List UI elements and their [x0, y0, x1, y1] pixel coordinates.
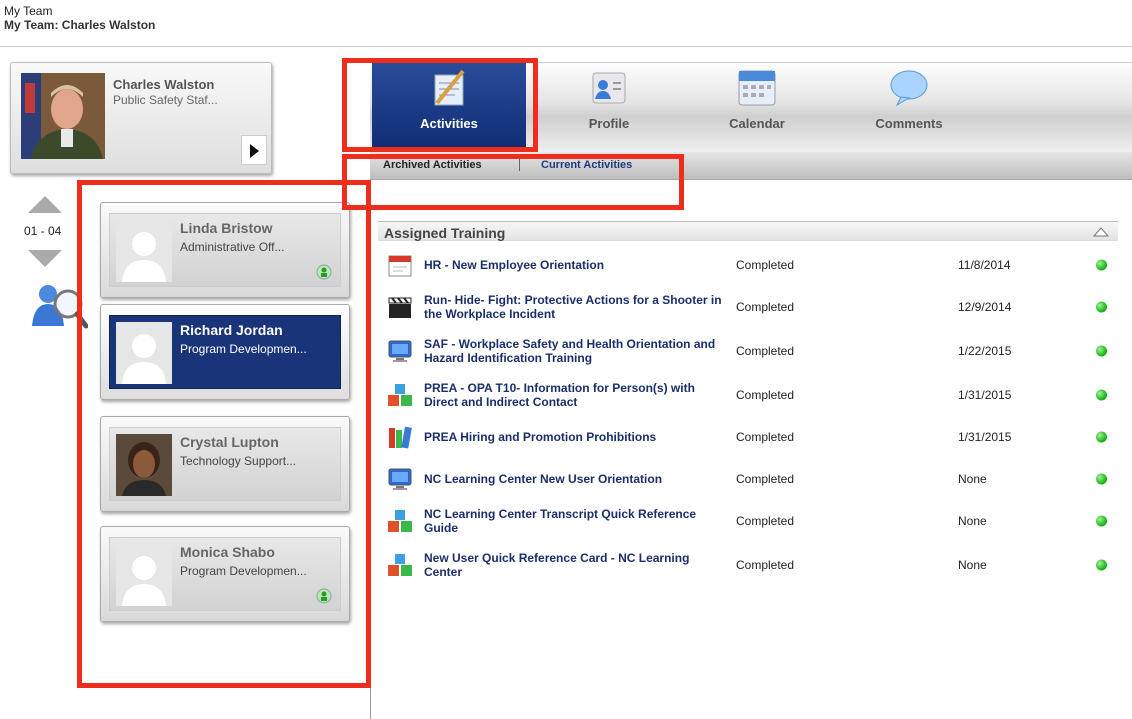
training-row: New User Quick Reference Card - NC Learn… — [378, 545, 1118, 585]
cubes-icon — [387, 508, 413, 534]
status-complete-dot — [1096, 345, 1107, 357]
course-date: None — [958, 514, 987, 528]
calendar-event-icon — [387, 252, 413, 278]
monitor-icon — [387, 338, 413, 364]
search-person-icon[interactable] — [30, 282, 89, 330]
tab-profile[interactable]: Profile — [532, 63, 686, 151]
course-link[interactable]: New User Quick Reference Card - NC Learn… — [424, 551, 724, 579]
course-date: 1/31/2015 — [958, 388, 1012, 402]
default-avatar-icon — [116, 544, 172, 606]
member-name: Crystal Lupton — [180, 434, 279, 450]
course-status: Completed — [736, 300, 795, 314]
selected-person-card: Charles Walston Public Safety Staf... — [10, 62, 272, 174]
status-complete-dot — [1096, 473, 1107, 485]
course-status: Completed — [736, 344, 795, 358]
course-date: None — [958, 472, 987, 486]
cubes-icon — [387, 552, 413, 578]
tab-label: Calendar — [729, 116, 785, 131]
course-link[interactable]: PREA - OPA T10- Information for Person(s… — [424, 381, 724, 409]
member-role: Program Developmen... — [180, 342, 307, 356]
course-status: Completed — [736, 258, 795, 272]
course-status: Completed — [736, 472, 795, 486]
training-row: Run- Hide- Fight: Protective Actions for… — [378, 287, 1118, 327]
course-status: Completed — [736, 430, 795, 444]
course-date: 1/31/2015 — [958, 430, 1012, 444]
tab-label: Profile — [588, 116, 630, 131]
training-row: NC Learning Center New User Orientation … — [378, 459, 1118, 499]
pager-down-arrow-icon[interactable] — [28, 250, 62, 267]
course-link[interactable]: NC Learning Center New User Orientation — [424, 472, 724, 486]
pager-up-arrow-icon[interactable] — [28, 196, 62, 213]
course-link[interactable]: NC Learning Center Transcript Quick Refe… — [424, 507, 724, 535]
member-photo — [116, 434, 172, 496]
status-complete-dot — [1096, 515, 1107, 527]
assigned-training-header: Assigned Training — [378, 221, 1118, 241]
training-row: SAF - Workplace Safety and Health Orient… — [378, 331, 1118, 371]
page-title: My Team — [4, 4, 53, 18]
training-row: NC Learning Center Transcript Quick Refe… — [378, 501, 1118, 541]
profile-nav-bar: Activities Profile Calendar Comments — [370, 62, 1132, 152]
online-status-icon — [316, 588, 332, 604]
course-date: 1/22/2015 — [958, 344, 1012, 358]
cubes-icon — [387, 382, 413, 408]
team-member-card[interactable]: Linda Bristow Administrative Off... — [100, 202, 350, 298]
selected-person-photo — [21, 73, 105, 159]
books-icon — [387, 424, 413, 450]
content-divider — [370, 190, 371, 719]
comments-icon — [887, 67, 931, 107]
sub-nav-separator — [519, 157, 520, 171]
calendar-icon — [735, 67, 779, 107]
default-avatar-icon — [116, 220, 172, 282]
tab-label: Comments — [875, 116, 943, 131]
member-role: Administrative Off... — [180, 240, 285, 254]
course-link[interactable]: PREA Hiring and Promotion Prohibitions — [424, 430, 724, 444]
course-link[interactable]: Run- Hide- Fight: Protective Actions for… — [424, 293, 724, 321]
status-complete-dot — [1096, 431, 1107, 443]
monitor-icon — [387, 466, 413, 492]
status-complete-dot — [1096, 389, 1107, 401]
course-date: 12/9/2014 — [958, 300, 1012, 314]
tab-activities[interactable]: Activities — [372, 63, 526, 151]
selected-person-name: Charles Walston — [113, 77, 215, 92]
training-row: HR - New Employee Orientation Completed … — [378, 245, 1118, 285]
tab-calendar[interactable]: Calendar — [680, 63, 834, 151]
page-subtitle: My Team: Charles Walston — [4, 18, 156, 32]
member-role: Technology Support... — [180, 454, 297, 468]
profile-icon — [587, 67, 631, 107]
selected-person-role: Public Safety Staf... — [113, 93, 218, 107]
course-link[interactable]: HR - New Employee Orientation — [424, 258, 724, 272]
training-row: PREA - OPA T10- Information for Person(s… — [378, 375, 1118, 415]
tab-label: Activities — [420, 116, 478, 131]
course-date: None — [958, 558, 987, 572]
activities-icon — [427, 67, 471, 107]
section-title: Assigned Training — [384, 225, 506, 241]
collapse-icon[interactable] — [1092, 225, 1110, 238]
member-name: Monica Shabo — [180, 544, 275, 560]
course-status: Completed — [736, 388, 795, 402]
title-divider — [0, 46, 1132, 47]
status-complete-dot — [1096, 259, 1107, 271]
default-avatar-icon — [116, 322, 172, 384]
course-date: 11/8/2014 — [958, 258, 1011, 272]
member-role: Program Developmen... — [180, 564, 307, 578]
archived-activities-link[interactable]: Archived Activities — [383, 159, 482, 171]
training-row: PREA Hiring and Promotion Prohibitions C… — [378, 417, 1118, 457]
team-member-card[interactable]: Crystal Lupton Technology Support... — [100, 416, 350, 512]
current-activities-link[interactable]: Current Activities — [541, 159, 632, 171]
course-status: Completed — [736, 558, 795, 572]
course-link[interactable]: SAF - Workplace Safety and Health Orient… — [424, 337, 724, 365]
online-status-icon — [316, 264, 332, 280]
member-name: Linda Bristow — [180, 220, 273, 236]
tab-comments[interactable]: Comments — [832, 63, 986, 151]
status-complete-dot — [1096, 301, 1107, 313]
member-name: Richard Jordan — [180, 322, 283, 338]
team-member-card[interactable]: Richard Jordan Program Developmen... — [100, 304, 350, 400]
clapperboard-icon — [387, 294, 413, 320]
course-status: Completed — [736, 514, 795, 528]
team-member-card[interactable]: Monica Shabo Program Developmen... — [100, 526, 350, 622]
status-complete-dot — [1096, 559, 1107, 571]
view-person-arrow-button[interactable] — [241, 135, 267, 165]
activities-sub-nav: Archived Activities Current Activities — [370, 152, 1132, 180]
pager-range: 01 - 04 — [24, 224, 62, 238]
